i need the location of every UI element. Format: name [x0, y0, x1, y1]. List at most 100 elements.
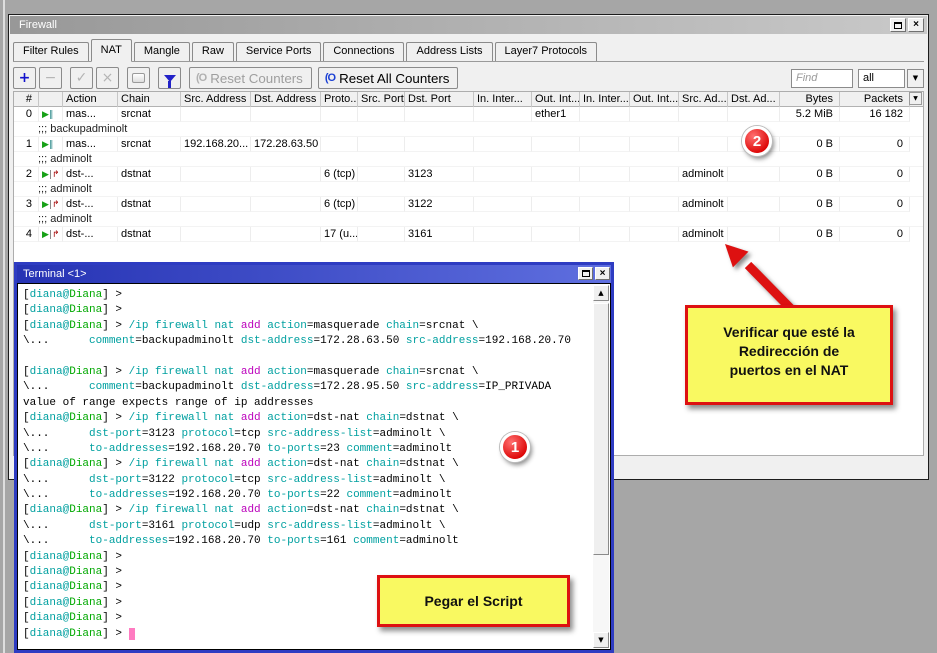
- column-header-out-int-[interactable]: Out. Int...: [532, 92, 580, 107]
- column-header-#[interactable]: #: [14, 92, 39, 107]
- tab-filter-rules[interactable]: Filter Rules: [13, 42, 89, 61]
- find-input[interactable]: [791, 69, 853, 88]
- tab-nat[interactable]: NAT: [91, 39, 132, 62]
- reset-counters-button[interactable]: (O Reset Counters: [189, 67, 312, 89]
- close-icon: ×: [600, 265, 606, 283]
- comment-button[interactable]: [127, 67, 150, 89]
- column-header-chain[interactable]: Chain: [118, 92, 181, 107]
- terminal-maximize-button[interactable]: [578, 267, 593, 280]
- terminal-line: value of range expects range of ip addre…: [23, 396, 588, 411]
- terminal-cursor: [129, 628, 136, 640]
- add-button[interactable]: +: [13, 67, 36, 89]
- cell: [532, 197, 580, 212]
- column-header-in-inter-[interactable]: In. Inter...: [474, 92, 532, 107]
- nat-rule-row[interactable]: 1▶‖mas...srcnat192.168.20...172.28.63.50…: [14, 137, 923, 152]
- tab-service-ports[interactable]: Service Ports: [236, 42, 321, 61]
- terminal-close-button[interactable]: ×: [595, 267, 610, 280]
- comment-row[interactable]: ;;; adminolt: [14, 152, 923, 167]
- cell: 3122: [405, 197, 474, 212]
- cell: 0 B: [780, 137, 840, 152]
- column-header-src-address[interactable]: Src. Address: [181, 92, 251, 107]
- comment-row[interactable]: ;;; backupadminolt: [14, 122, 923, 137]
- filter-button[interactable]: [158, 67, 181, 89]
- tab-address-lists[interactable]: Address Lists: [406, 42, 492, 61]
- cell: dstnat: [118, 197, 181, 212]
- tab-layer7-protocols[interactable]: Layer7 Protocols: [495, 42, 598, 61]
- cell: [580, 197, 630, 212]
- reset-all-counters-icon: (O: [325, 72, 335, 84]
- cell: [532, 167, 580, 182]
- terminal-line: [diana@Diana] >: [23, 627, 588, 642]
- terminal-line: \... to-addresses=192.168.20.70 to-ports…: [23, 534, 588, 549]
- cell: [474, 227, 532, 242]
- cell: adminolt: [679, 167, 728, 182]
- scroll-up-button[interactable]: ▲: [593, 285, 609, 301]
- column-header-dst-port[interactable]: Dst. Port: [405, 92, 474, 107]
- cell: [474, 197, 532, 212]
- tab-connections[interactable]: Connections: [323, 42, 404, 61]
- terminal-window-title: Terminal <1>: [23, 268, 87, 280]
- disable-button[interactable]: ×: [96, 67, 119, 89]
- column-header-in-inter-[interactable]: In. Inter...: [580, 92, 630, 107]
- remove-icon: −: [45, 71, 57, 85]
- firewall-window-title: Firewall: [19, 19, 57, 31]
- column-header-dst-ad-[interactable]: Dst. Ad...: [728, 92, 780, 107]
- enable-button[interactable]: ✓: [70, 67, 93, 89]
- filter-funnel-icon: [164, 75, 176, 82]
- paste-script-callout: Pegar el Script: [377, 575, 570, 627]
- column-header-icon[interactable]: [39, 92, 63, 107]
- column-select-button[interactable]: ▼: [909, 92, 922, 105]
- nat-rule-row[interactable]: 2▶|↱dst-...dstnat6 (tcp)3123adminolt0 B0: [14, 167, 923, 182]
- reset-all-counters-button[interactable]: (O Reset All Counters: [318, 67, 459, 89]
- terminal-line: [diana@Diana] > /ip firewall nat add act…: [23, 503, 588, 518]
- cell: [251, 167, 321, 182]
- filter-scope-select[interactable]: all: [858, 69, 905, 88]
- column-header-bytes[interactable]: Bytes: [780, 92, 840, 107]
- comment-row[interactable]: ;;; adminolt: [14, 182, 923, 197]
- column-header-out-int-[interactable]: Out. Int...: [630, 92, 679, 107]
- scroll-up-icon: ▲: [598, 289, 603, 297]
- nat-rule-row[interactable]: 0▶‖mas...srcnatether15.2 MiB16 182: [14, 107, 923, 122]
- column-header-proto-[interactable]: Proto...: [321, 92, 358, 107]
- cell: [580, 137, 630, 152]
- cell: [251, 197, 321, 212]
- cell: dstnat: [118, 167, 181, 182]
- cell: dstnat: [118, 227, 181, 242]
- firewall-titlebar[interactable]: Firewall ×: [10, 16, 927, 34]
- column-header-src-ad-[interactable]: Src. Ad...: [679, 92, 728, 107]
- desktop-background: Firewall × Filter RulesNATMangleRawServi…: [0, 0, 937, 653]
- column-header-action[interactable]: Action: [63, 92, 118, 107]
- cell: mas...: [63, 107, 118, 122]
- column-header-src-port[interactable]: Src. Port: [358, 92, 405, 107]
- terminal-line: [diana@Diana] > /ip firewall nat add act…: [23, 457, 588, 472]
- terminal-line: \... comment=backupadminolt dst-address=…: [23, 334, 588, 349]
- remove-button[interactable]: −: [39, 67, 62, 89]
- cell: [181, 197, 251, 212]
- cell: [474, 167, 532, 182]
- background-window-edge: [3, 0, 5, 653]
- cell: [358, 197, 405, 212]
- comment-row[interactable]: ;;; adminolt: [14, 212, 923, 227]
- cell: [321, 107, 358, 122]
- column-header-dst-address[interactable]: Dst. Address: [251, 92, 321, 107]
- cell: [728, 167, 780, 182]
- cell: [580, 227, 630, 242]
- tab-raw[interactable]: Raw: [192, 42, 234, 61]
- terminal-titlebar[interactable]: Terminal <1> ×: [17, 265, 611, 283]
- cell: [181, 167, 251, 182]
- maximize-button[interactable]: [890, 18, 906, 32]
- cell: 0: [840, 227, 910, 242]
- toolbar-icon-buttons: +−✓×: [13, 67, 189, 89]
- cell: [728, 197, 780, 212]
- close-button[interactable]: ×: [908, 18, 924, 32]
- terminal-scrollbar[interactable]: ▲ ▼: [593, 285, 609, 648]
- firewall-toolbar: +−✓× (O Reset Counters (O Reset All Coun…: [13, 65, 924, 91]
- tab-mangle[interactable]: Mangle: [134, 42, 190, 61]
- chevron-down-icon: ▼: [913, 74, 918, 82]
- nat-rule-row[interactable]: 3▶|↱dst-...dstnat6 (tcp)3122adminolt0 B0: [14, 197, 923, 212]
- scroll-down-button[interactable]: ▼: [593, 632, 609, 648]
- filter-scope-dropdown-button[interactable]: ▼: [907, 69, 924, 88]
- scrollbar-thumb[interactable]: [593, 303, 609, 555]
- terminal-line: [diana@Diana] > /ip firewall nat add act…: [23, 365, 588, 380]
- column-header-packets[interactable]: Packets: [840, 92, 910, 107]
